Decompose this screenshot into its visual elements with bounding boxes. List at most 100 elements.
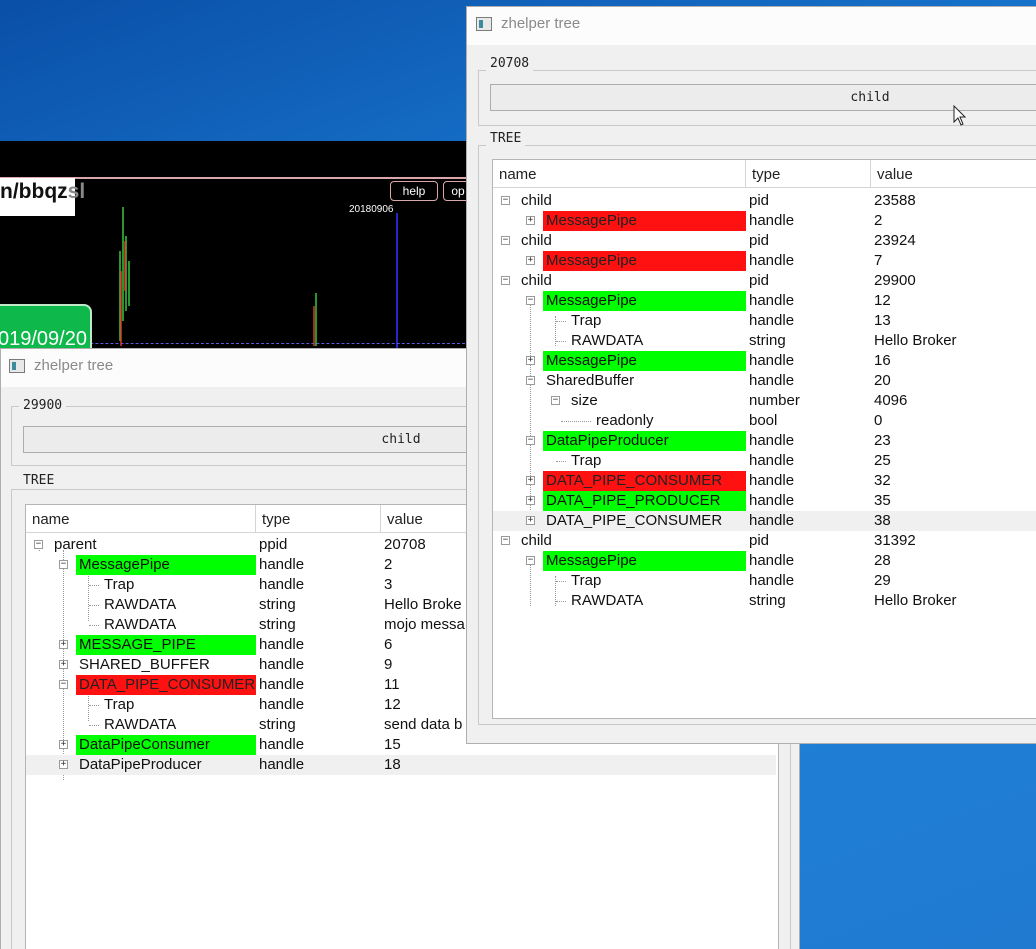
collapse-icon[interactable]: − bbox=[526, 436, 535, 445]
row-name: SHARED_BUFFER bbox=[79, 656, 210, 673]
expand-icon[interactable]: + bbox=[526, 216, 535, 225]
tree-row[interactable]: Trap handle 29 bbox=[493, 571, 1036, 591]
row-name: DATA_PIPE_CONSUMER bbox=[546, 512, 723, 529]
tree-guide bbox=[561, 421, 591, 422]
row-value: 35 bbox=[874, 492, 891, 509]
column-header-value[interactable]: value bbox=[871, 160, 1036, 188]
tree-row[interactable]: readonly bool 0 bbox=[493, 411, 1036, 431]
row-value: 2 bbox=[384, 556, 393, 573]
row-name: MessagePipe bbox=[543, 551, 746, 571]
tree-row-selected[interactable]: + DataPipeProducer handle 18 bbox=[26, 755, 776, 775]
tree-row[interactable]: − MessagePipe handle 12 bbox=[493, 291, 1036, 311]
row-name: Trap bbox=[104, 576, 135, 593]
expand-icon[interactable]: + bbox=[526, 256, 535, 265]
tree-row[interactable]: − size number 4096 bbox=[493, 391, 1036, 411]
expand-icon[interactable]: + bbox=[526, 476, 535, 485]
row-type: string bbox=[749, 332, 786, 349]
collapse-icon[interactable]: − bbox=[501, 236, 510, 245]
tree-guide bbox=[556, 601, 566, 602]
zhelper-window-right: zhelper tree 20708 child TREE name type … bbox=[466, 6, 1036, 744]
row-name: MessagePipe bbox=[543, 211, 746, 231]
collapse-icon[interactable]: − bbox=[501, 276, 510, 285]
tree-row-selected[interactable]: + DATA_PIPE_CONSUMER handle 38 bbox=[493, 511, 1036, 531]
tree-view[interactable]: name type value − child pid 23588 + Mess… bbox=[492, 159, 1036, 719]
tree-row[interactable]: RAWDATA string Hello Broker bbox=[493, 331, 1036, 351]
tree-row[interactable]: + MessagePipe handle 16 bbox=[493, 351, 1036, 371]
row-type: pid bbox=[749, 532, 770, 549]
row-type: handle bbox=[749, 312, 795, 329]
tree-row[interactable]: + DATA_PIPE_CONSUMER handle 32 bbox=[493, 471, 1036, 491]
row-name: Trap bbox=[571, 452, 602, 469]
collapse-icon[interactable]: − bbox=[551, 396, 560, 405]
row-value: 7 bbox=[874, 252, 883, 269]
row-name: MESSAGE_PIPE bbox=[76, 635, 256, 655]
row-type: handle bbox=[749, 352, 795, 369]
row-value: 31392 bbox=[874, 532, 916, 549]
collapse-icon[interactable]: − bbox=[34, 540, 43, 549]
row-value: Hello Broker bbox=[874, 332, 957, 349]
row-name: SharedBuffer bbox=[546, 372, 635, 389]
row-type: handle bbox=[749, 212, 795, 229]
pid-group-label: 29900 bbox=[19, 398, 67, 413]
collapse-icon[interactable]: − bbox=[501, 196, 510, 205]
column-header-name[interactable]: name bbox=[493, 160, 746, 188]
tree-guide bbox=[556, 341, 566, 342]
row-value: 3 bbox=[384, 576, 393, 593]
titlebar[interactable]: zhelper tree bbox=[467, 7, 1036, 45]
tree-row[interactable]: − MessagePipe handle 28 bbox=[493, 551, 1036, 571]
expand-icon[interactable]: + bbox=[59, 640, 68, 649]
row-type: pid bbox=[749, 272, 770, 289]
collapse-icon[interactable]: − bbox=[501, 536, 510, 545]
row-name: child bbox=[521, 232, 552, 249]
tree-guide bbox=[556, 581, 566, 582]
row-type: handle bbox=[259, 556, 305, 573]
tree-row[interactable]: − child pid 29900 bbox=[493, 271, 1036, 291]
collapse-icon[interactable]: − bbox=[526, 556, 535, 565]
row-type: handle bbox=[259, 696, 305, 713]
row-value: 18 bbox=[384, 756, 401, 773]
expand-icon[interactable]: + bbox=[526, 356, 535, 365]
column-header-type[interactable]: type bbox=[746, 160, 871, 188]
expand-icon[interactable]: + bbox=[59, 740, 68, 749]
row-name: MessagePipe bbox=[543, 251, 746, 271]
tree-row[interactable]: Trap handle 13 bbox=[493, 311, 1036, 331]
column-header-type[interactable]: type bbox=[256, 505, 381, 533]
row-type: string bbox=[259, 596, 296, 613]
tree-row[interactable]: − child pid 23924 bbox=[493, 231, 1036, 251]
window-title: zhelper tree bbox=[34, 357, 114, 374]
row-name: child bbox=[521, 192, 552, 209]
expand-icon[interactable]: + bbox=[526, 496, 535, 505]
row-name: readonly bbox=[596, 412, 654, 429]
row-name: parent bbox=[54, 536, 97, 553]
row-name: MessagePipe bbox=[76, 555, 256, 575]
expand-icon[interactable]: + bbox=[59, 660, 68, 669]
tree-row[interactable]: − child pid 31392 bbox=[493, 531, 1036, 551]
row-value: 38 bbox=[874, 512, 891, 529]
collapse-icon[interactable]: − bbox=[59, 680, 68, 689]
expand-icon[interactable]: + bbox=[59, 760, 68, 769]
tree-row[interactable]: + MessagePipe handle 7 bbox=[493, 251, 1036, 271]
row-value: 11 bbox=[384, 676, 400, 693]
column-header-name[interactable]: name bbox=[26, 505, 256, 533]
tree-row[interactable]: Trap handle 25 bbox=[493, 451, 1036, 471]
tree-row[interactable]: + DATA_PIPE_PRODUCER handle 35 bbox=[493, 491, 1036, 511]
collapse-icon[interactable]: − bbox=[526, 376, 535, 385]
row-value: send data b bbox=[384, 716, 463, 733]
tree-row[interactable]: − DataPipeProducer handle 23 bbox=[493, 431, 1036, 451]
tree-guide bbox=[89, 585, 99, 586]
tree-row[interactable]: − child pid 23588 bbox=[493, 191, 1036, 211]
chart-date-box: 019/09/20 bbox=[0, 304, 92, 353]
row-value: 20 bbox=[874, 372, 891, 389]
expand-icon[interactable]: + bbox=[526, 516, 535, 525]
background-chart-app: n/bbqzsl help op 20180906 019/09/20 bbox=[0, 141, 470, 353]
row-type: handle bbox=[749, 452, 795, 469]
row-type: string bbox=[259, 616, 296, 633]
tree-row[interactable]: RAWDATA string Hello Broker bbox=[493, 591, 1036, 611]
row-value: Hello Broker bbox=[874, 592, 957, 609]
tree-row[interactable]: + MessagePipe handle 2 bbox=[493, 211, 1036, 231]
tree-row[interactable]: − SharedBuffer handle 20 bbox=[493, 371, 1036, 391]
app-icon bbox=[476, 17, 492, 31]
collapse-icon[interactable]: − bbox=[59, 560, 68, 569]
window-title: zhelper tree bbox=[501, 15, 581, 32]
collapse-icon[interactable]: − bbox=[526, 296, 535, 305]
